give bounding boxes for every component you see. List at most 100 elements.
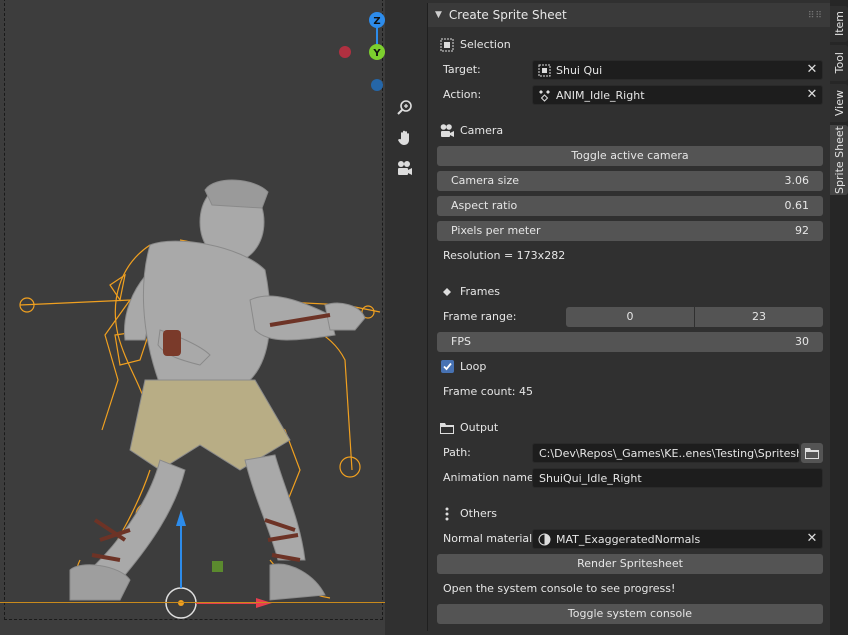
path-value: C:\Dev\Repos\_Games\KE..enes\Testing\Spr… xyxy=(539,447,799,460)
loop-checkbox[interactable] xyxy=(441,360,454,373)
target-field[interactable]: Shui Qui ✕ xyxy=(532,60,823,80)
animation-name-label: Animation name: xyxy=(443,471,538,484)
frame-count-text: Frame count: 45 xyxy=(443,385,534,398)
fps-slider[interactable]: FPS 30 xyxy=(437,332,823,352)
tab-sprite-sheet-label: Sprite Sheet xyxy=(832,126,846,194)
frames-heading: Frames xyxy=(460,285,501,298)
target-row: Target: Shui Qui ✕ xyxy=(428,59,831,81)
camera-section: Camera xyxy=(428,120,831,142)
aspect-ratio-row: Aspect ratio 0.61 xyxy=(428,195,831,217)
target-value: Shui Qui xyxy=(556,64,603,77)
frame-range-fields: 0 23 xyxy=(566,307,823,327)
hand-icon[interactable] xyxy=(392,126,418,150)
fps-row: FPS 30 xyxy=(428,331,831,353)
navigation-gizmo[interactable]: Z Y X xyxy=(332,10,385,100)
drag-grip-icon[interactable]: ⠿⠿ xyxy=(808,11,823,21)
camera-frame xyxy=(4,0,383,620)
pixels-per-meter-row: Pixels per meter 92 xyxy=(428,220,831,242)
animation-name-row: Animation name: ShuiQui_Idle_Right xyxy=(428,467,831,489)
camera-size-label: Camera size xyxy=(451,174,519,187)
action-label: Action: xyxy=(443,88,482,101)
console-hint-row: Open the system console to see progress! xyxy=(428,578,831,600)
toggle-active-camera-button[interactable]: Toggle active camera xyxy=(437,146,823,166)
zoom-icon[interactable] xyxy=(392,96,418,120)
fps-value: 30 xyxy=(795,335,809,348)
render-row: Render Spritesheet xyxy=(428,553,831,575)
frame-range-label: Frame range: xyxy=(443,310,517,323)
aspect-ratio-value: 0.61 xyxy=(784,199,810,212)
frame-range-row: Frame range: 0 23 xyxy=(428,306,831,328)
path-field[interactable]: C:\Dev\Repos\_Games\KE..enes\Testing\Spr… xyxy=(532,443,800,463)
path-row: Path: C:\Dev\Repos\_Games\KE..enes\Testi… xyxy=(428,442,831,464)
others-section: Others xyxy=(428,503,831,525)
panel-header[interactable]: ▼ Create Sprite Sheet ⠿⠿ xyxy=(428,3,831,27)
path-label: Path: xyxy=(443,446,471,459)
fps-label: FPS xyxy=(451,335,471,348)
checkmark-icon xyxy=(443,362,452,371)
action-value: ANIM_Idle_Right xyxy=(556,89,645,102)
frame-end-field[interactable]: 23 xyxy=(695,307,823,327)
target-label: Target: xyxy=(443,63,481,76)
folder-icon xyxy=(440,423,454,434)
animation-name-field[interactable]: ShuiQui_Idle_Right xyxy=(532,468,823,488)
tab-sprite-sheet[interactable]: Sprite Sheet xyxy=(830,125,848,195)
render-spritesheet-button[interactable]: Render Spritesheet xyxy=(437,554,823,574)
action-row: Action: ANIM_Idle_Right ✕ xyxy=(428,84,831,106)
frames-section: Frames xyxy=(428,281,831,303)
camera-icon[interactable] xyxy=(392,157,418,181)
action-field[interactable]: ANIM_Idle_Right ✕ xyxy=(532,85,823,105)
browse-folder-button[interactable] xyxy=(801,443,823,463)
frame-count-row: Frame count: 45 xyxy=(428,381,831,403)
aspect-ratio-label: Aspect ratio xyxy=(451,199,518,212)
loop-row: Loop xyxy=(428,356,831,378)
selection-heading: Selection xyxy=(460,38,511,51)
keyframe-icon xyxy=(443,288,451,296)
camera-size-value: 3.06 xyxy=(784,174,810,187)
others-heading: Others xyxy=(460,507,497,520)
panel-title: Create Sprite Sheet xyxy=(448,8,567,22)
output-section: Output xyxy=(428,417,831,439)
tab-item[interactable]: Item xyxy=(830,6,848,42)
pixels-per-meter-value: 92 xyxy=(795,224,809,237)
sidebar-tabs: Item Tool View Sprite Sheet xyxy=(830,0,848,635)
resolution-row: Resolution = 173x282 xyxy=(428,245,831,267)
camera-heading: Camera xyxy=(460,124,504,137)
tab-view[interactable]: View xyxy=(830,84,848,122)
toggle-system-console-button[interactable]: Toggle system console xyxy=(437,604,823,624)
3d-viewport[interactable]: Z Y X xyxy=(0,0,385,635)
gizmo-y-label: Y xyxy=(372,48,381,59)
resolution-text: Resolution = 173x282 xyxy=(443,249,566,262)
tab-view-label: View xyxy=(832,89,846,117)
animation-name-value: ShuiQui_Idle_Right xyxy=(539,472,642,485)
clear-target-icon[interactable]: ✕ xyxy=(806,63,818,77)
toggle-console-row: Toggle system console xyxy=(428,603,831,625)
camera-size-row: Camera size 3.06 xyxy=(428,170,831,192)
camera-section-icon xyxy=(440,124,454,137)
normal-material-value: MAT_ExaggeratedNormals xyxy=(556,533,701,546)
selection-section: Selection xyxy=(428,34,831,56)
normal-material-field[interactable]: MAT_ExaggeratedNormals ✕ xyxy=(532,529,823,549)
selection-icon xyxy=(440,38,454,52)
tab-tool[interactable]: Tool xyxy=(830,45,848,81)
loop-label: Loop xyxy=(460,360,487,373)
normal-material-label: Normal material: xyxy=(443,532,536,545)
tab-tool-label: Tool xyxy=(832,52,846,74)
browse-folder-icon xyxy=(805,448,819,459)
frame-start-field[interactable]: 0 xyxy=(566,307,694,327)
pixels-per-meter-label: Pixels per meter xyxy=(451,224,541,237)
normal-material-row: Normal material: MAT_ExaggeratedNormals … xyxy=(428,528,831,550)
clear-material-icon[interactable]: ✕ xyxy=(806,532,818,546)
action-icon xyxy=(539,90,550,102)
camera-size-slider[interactable]: Camera size 3.06 xyxy=(437,171,823,191)
clear-action-icon[interactable]: ✕ xyxy=(806,88,818,102)
aspect-ratio-slider[interactable]: Aspect ratio 0.61 xyxy=(437,196,823,216)
more-options-icon xyxy=(445,507,449,521)
collapse-triangle-icon[interactable]: ▼ xyxy=(435,10,442,20)
pixels-per-meter-slider[interactable]: Pixels per meter 92 xyxy=(437,221,823,241)
gizmo-z-label: Z xyxy=(373,16,380,27)
object-icon xyxy=(538,64,551,77)
sprite-sheet-panel: ▼ Create Sprite Sheet ⠿⠿ Selection Targe… xyxy=(427,3,831,631)
material-icon xyxy=(538,533,551,546)
ground-line xyxy=(0,602,385,603)
output-heading: Output xyxy=(460,421,499,434)
